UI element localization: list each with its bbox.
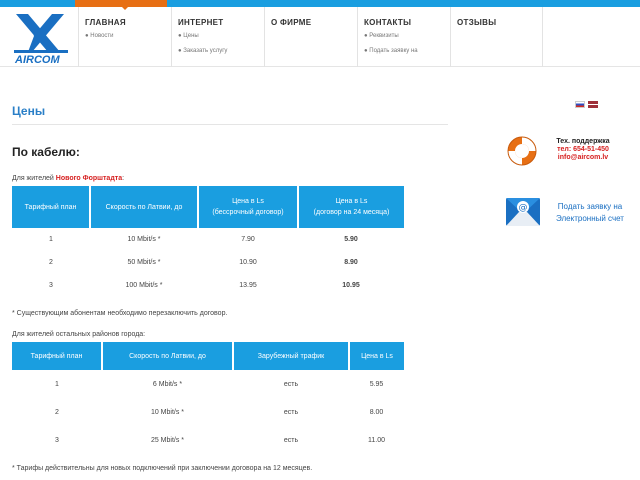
price-table-other: Тарифный план Скорость по Латвии, до Зар…: [12, 342, 404, 454]
section-title: По кабелю:: [12, 145, 80, 159]
table-header: Цена в Ls: [348, 342, 404, 370]
flag-ru-icon[interactable]: [575, 101, 585, 108]
cell-traffic: есть: [283, 380, 299, 388]
table-header: Цена в Ls (бессрочный договор): [197, 186, 298, 228]
nav-item-about[interactable]: О ФИРМЕ: [264, 7, 357, 67]
note-other-districts: Для жителей остальных районов города:: [12, 331, 146, 338]
top-accent-bar: [0, 0, 640, 7]
table-header: Скорость по Латвии, до: [101, 342, 233, 370]
table-row: 3 25 Mbit/s * есть 11.00: [12, 426, 404, 454]
table-header: Скорость по Латвии, до: [89, 186, 198, 228]
cell-speed: 6 Mbit/s *: [152, 380, 183, 388]
nav-title[interactable]: О ФИРМЕ: [271, 18, 357, 27]
nav-item-home[interactable]: ГЛАВНАЯ ● Новости: [78, 6, 171, 67]
site-header: AIRCOM ГЛАВНАЯ ● Новости ИНТЕРНЕТ ● Цены…: [0, 6, 640, 67]
order-e-invoice-widget[interactable]: @ Подать заявку на Электронный счет: [505, 193, 635, 229]
logo-mark-icon: [14, 14, 68, 53]
cell-price-contract: 5.90: [344, 236, 358, 243]
cell-price: 8.00: [369, 408, 384, 416]
cell-traffic: есть: [283, 408, 299, 416]
logo-text: AIRCOM: [15, 54, 60, 66]
order-line-2[interactable]: Электронный счет: [545, 213, 635, 225]
language-switcher: [575, 101, 598, 108]
nav-item-contacts[interactable]: КОНТАКТЫ ● Реквизиты ● Подать заявку на: [357, 7, 450, 67]
cell-speed: 100 Mbit/s *: [125, 282, 163, 289]
nav-item-reviews[interactable]: ОТЗЫВЫ: [450, 7, 543, 67]
nav-sub-submit-request[interactable]: ● Подать заявку на: [364, 45, 450, 57]
aircom-logo[interactable]: AIRCOM: [12, 12, 70, 67]
cell-plan: 2: [49, 259, 53, 266]
cell-plan: 1: [55, 380, 59, 388]
cell-price: 5.95: [369, 380, 384, 388]
svg-text:@: @: [519, 203, 528, 213]
note-novy-forshtadt: Для жителей Нового Форштадта:: [12, 175, 124, 182]
support-phone[interactable]: тел: 654-51-450: [545, 146, 621, 154]
cell-traffic: есть: [283, 436, 299, 444]
cell-speed: 10 Mbit/s *: [127, 236, 161, 243]
table-row: 1 6 Mbit/s * есть 5.95: [12, 370, 404, 398]
nav-title[interactable]: КОНТАКТЫ: [364, 18, 450, 27]
cell-price: 10.90: [239, 259, 257, 266]
footnote-existing: * Существующим абонентам необходимо пере…: [12, 310, 228, 317]
title-divider: [12, 124, 448, 125]
nav-title[interactable]: ГЛАВНАЯ: [85, 18, 171, 27]
cell-price: 11.00: [368, 436, 385, 444]
table-header: Зарубежный трафик: [232, 342, 349, 370]
price-table-forshtadt: Тарифный план Скорость по Латвии, до Цен…: [12, 186, 404, 297]
main-nav: ГЛАВНАЯ ● Новости ИНТЕРНЕТ ● Цены ● Зака…: [78, 6, 543, 67]
note-suffix: :: [122, 175, 125, 182]
envelope-at-icon: @: [506, 198, 540, 226]
nav-sub-news[interactable]: ● Новости: [85, 30, 171, 42]
footnote-new-connections: * Тарифы действительны для новых подключ…: [12, 465, 313, 472]
lifebuoy-icon: [507, 136, 537, 166]
cell-speed: 10 Mbit/s *: [150, 408, 185, 416]
cell-price: 13.95: [239, 282, 257, 289]
nav-title[interactable]: ИНТЕРНЕТ: [178, 18, 264, 27]
header-label: Цена в Ls (бессрочный договор): [212, 198, 284, 216]
cell-price: 7.90: [241, 236, 255, 243]
active-caret-icon: [121, 6, 129, 10]
cell-plan: 1: [49, 236, 53, 243]
table-header: Цена в Ls (договор на 24 месяца): [297, 186, 404, 228]
support-title: Тех. поддержка: [556, 138, 610, 145]
table-header: Тарифный план: [12, 186, 90, 228]
table-row: 1 10 Mbit/s * 7.90 5.90: [12, 228, 404, 251]
note-prefix: Для жителей: [12, 175, 56, 182]
table-row: 2 10 Mbit/s * есть 8.00: [12, 398, 404, 426]
cell-plan: 3: [49, 282, 53, 289]
district-link[interactable]: Нового Форштадта: [56, 175, 122, 182]
table-row: 2 50 Mbit/s * 10.90 8.90: [12, 251, 404, 274]
header-label: Цена в Ls (договор на 24 месяца): [313, 198, 390, 216]
header-label: Тарифный план: [24, 203, 77, 211]
flag-lv-icon[interactable]: [588, 101, 598, 108]
nav-sub-requisites[interactable]: ● Реквизиты: [364, 30, 450, 42]
nav-title[interactable]: ОТЗЫВЫ: [457, 18, 542, 27]
page-title: Цены: [12, 104, 46, 118]
cell-plan: 3: [55, 436, 59, 444]
cell-plan: 2: [55, 408, 59, 416]
header-label: Скорость по Латвии, до: [105, 203, 183, 211]
cell-price-contract: 8.90: [344, 259, 358, 266]
support-email[interactable]: info@aircom.lv: [545, 154, 621, 162]
cell-speed: 50 Mbit/s *: [127, 259, 161, 266]
cell-price-contract: 10.95: [342, 282, 360, 289]
cell-speed: 25 Mbit/s *: [150, 436, 185, 444]
nav-sub-prices[interactable]: ● Цены: [178, 30, 264, 42]
order-line-1[interactable]: Подать заявку на: [545, 201, 635, 213]
nav-sub-order-service[interactable]: ● Заказать услугу: [178, 45, 264, 57]
table-header: Тарифный план: [12, 342, 102, 370]
nav-item-internet[interactable]: ИНТЕРНЕТ ● Цены ● Заказать услугу: [171, 7, 264, 67]
support-widget[interactable]: Тех. поддержка тел: 654-51-450 info@airc…: [505, 133, 635, 169]
table-row: 3 100 Mbit/s * 13.95 10.95: [12, 274, 404, 297]
